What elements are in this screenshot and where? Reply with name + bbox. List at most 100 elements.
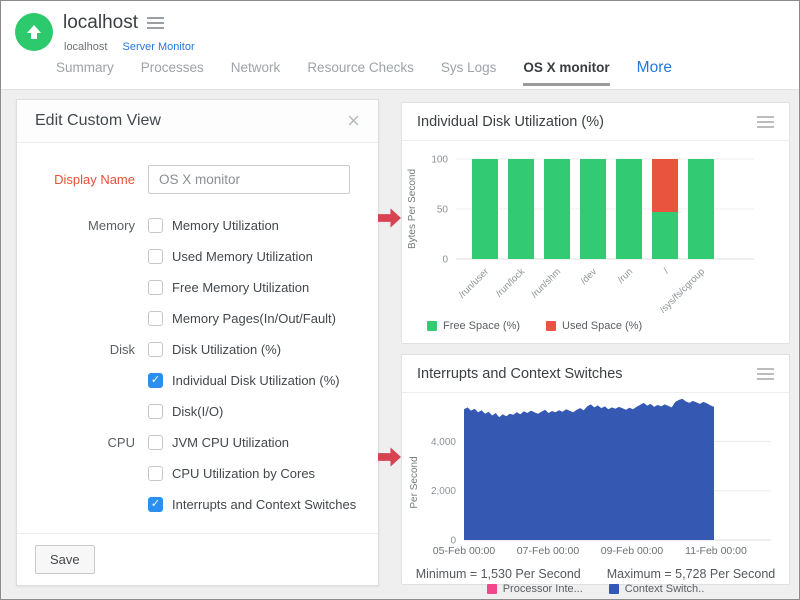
svg-text:11-Feb 00:00: 11-Feb 00:00 bbox=[685, 545, 747, 557]
checkbox-unchecked[interactable] bbox=[148, 342, 163, 357]
display-name-row: Display Name bbox=[17, 165, 378, 194]
svg-text:/run/user: /run/user bbox=[457, 266, 491, 300]
option-label[interactable]: Memory Pages(In/Out/Fault) bbox=[172, 311, 336, 326]
dialog-title: Edit Custom View bbox=[35, 112, 161, 130]
interrupts-area-chart: 02,0004,000Per Second05-Feb 00:0007-Feb … bbox=[402, 393, 782, 559]
legend-label: Used Space (%) bbox=[562, 320, 642, 332]
minimum-value: Minimum = 1,530 Per Second bbox=[416, 567, 581, 581]
legend-label: Processor Inte... bbox=[503, 583, 583, 595]
svg-text:/run/lock: /run/lock bbox=[494, 266, 527, 299]
checkbox-unchecked[interactable] bbox=[148, 218, 163, 233]
svg-text:05-Feb 00:00: 05-Feb 00:00 bbox=[433, 545, 496, 557]
legend-item: Processor Inte... bbox=[487, 583, 583, 595]
legend-label: Free Space (%) bbox=[443, 320, 520, 332]
option-disk-i-o-: Disk(I/O) bbox=[148, 396, 340, 427]
checkbox-checked[interactable]: ✓ bbox=[148, 373, 163, 388]
app-header: localhost localhost Server Monitor Summa… bbox=[1, 1, 799, 89]
tab-network[interactable]: Network bbox=[231, 60, 281, 83]
tab-os-x-monitor[interactable]: OS X monitor bbox=[523, 60, 609, 86]
disk-chart-legend: Free Space (%) Used Space (%) bbox=[427, 320, 789, 332]
group-cpu: CPU JVM CPU Utilization CPU Utilization by… bbox=[17, 427, 378, 520]
minmax-row: Minimum = 1,530 Per Second Maximum = 5,7… bbox=[402, 567, 789, 581]
checkbox-unchecked[interactable] bbox=[148, 280, 163, 295]
svg-text:50: 50 bbox=[437, 205, 449, 216]
checkbox-checked[interactable]: ✓ bbox=[148, 497, 163, 512]
title-hamburger-menu-icon[interactable] bbox=[147, 14, 164, 32]
svg-text:4,000: 4,000 bbox=[431, 437, 456, 448]
option-label[interactable]: Disk(I/O) bbox=[172, 404, 223, 419]
svg-text:/dev: /dev bbox=[579, 266, 600, 287]
svg-text:Per Second: Per Second bbox=[409, 456, 420, 508]
red-arrow-annotation-bottom bbox=[378, 446, 401, 468]
checkbox-unchecked[interactable] bbox=[148, 249, 163, 264]
tab-summary[interactable]: Summary bbox=[56, 60, 114, 83]
content-area: Edit Custom View × Display Name MemoryMe… bbox=[1, 89, 799, 600]
tab-processes[interactable]: Processes bbox=[141, 60, 204, 83]
metric-groups: Memory Memory Utilization Used Memory Util… bbox=[17, 210, 378, 520]
checkbox-unchecked[interactable] bbox=[148, 311, 163, 326]
option-label[interactable]: CPU Utilization by Cores bbox=[172, 466, 315, 481]
tab-more[interactable]: More bbox=[637, 59, 672, 77]
legend-swatch-icon bbox=[487, 584, 497, 594]
edit-custom-view-dialog: Edit Custom View × Display Name MemoryMe… bbox=[16, 99, 379, 586]
display-name-input[interactable] bbox=[148, 165, 350, 194]
svg-text:09-Feb 00:00: 09-Feb 00:00 bbox=[601, 545, 664, 557]
app-window: localhost localhost Server Monitor Summa… bbox=[0, 0, 800, 600]
save-button[interactable]: Save bbox=[35, 545, 95, 574]
legend-item: Context Switch.. bbox=[609, 583, 704, 595]
breadcrumb-host: localhost bbox=[64, 41, 107, 53]
option-interrupts-and-context-switches: ✓ Interrupts and Context Switches bbox=[148, 489, 356, 520]
svg-text:100: 100 bbox=[431, 155, 448, 166]
monitor-status-up-arrow-icon bbox=[15, 13, 53, 51]
legend-label: Context Switch.. bbox=[625, 583, 704, 595]
page-title: localhost bbox=[63, 12, 138, 34]
disk-utilization-bar-chart: 050100Bytes Per Second/run/user/run/lock… bbox=[402, 141, 782, 313]
svg-text:07-Feb 00:00: 07-Feb 00:00 bbox=[517, 545, 580, 557]
interrupts-chart-menu-icon[interactable] bbox=[757, 365, 774, 383]
disk-chart-title: Individual Disk Utilization (%) bbox=[417, 114, 604, 130]
option-label[interactable]: Interrupts and Context Switches bbox=[172, 497, 356, 512]
legend-swatch-icon bbox=[546, 321, 556, 331]
option-cpu-utilization-by-cores: CPU Utilization by Cores bbox=[148, 458, 356, 489]
option-label[interactable]: JVM CPU Utilization bbox=[172, 435, 289, 450]
svg-text:2,000: 2,000 bbox=[431, 486, 456, 497]
checkbox-unchecked[interactable] bbox=[148, 404, 163, 419]
option-disk-utilization-: Disk Utilization (%) bbox=[148, 334, 340, 365]
svg-text:/run/shm: /run/shm bbox=[529, 266, 563, 300]
interrupts-chart-legend: Processor Inte... Context Switch.. bbox=[402, 583, 789, 595]
option-label[interactable]: Used Memory Utilization bbox=[172, 249, 313, 264]
option-label[interactable]: Disk Utilization (%) bbox=[172, 342, 281, 357]
legend-swatch-icon bbox=[427, 321, 437, 331]
tab-bar: Summary Processes Network Resource Checks Sy… bbox=[56, 59, 672, 86]
svg-text:Bytes Per Second: Bytes Per Second bbox=[407, 169, 418, 249]
maximum-value: Maximum = 5,728 Per Second bbox=[607, 567, 776, 581]
option-free-memory-utilization: Free Memory Utilization bbox=[148, 272, 336, 303]
tab-sys-logs[interactable]: Sys Logs bbox=[441, 60, 497, 83]
option-label[interactable]: Individual Disk Utilization (%) bbox=[172, 373, 340, 388]
svg-text:/run: /run bbox=[616, 266, 635, 285]
group-disk: Disk Disk Utilization (%) ✓ Individual Disk… bbox=[17, 334, 378, 427]
option-jvm-cpu-utilization: JVM CPU Utilization bbox=[148, 427, 356, 458]
option-memory-pages-in-out-fault-: Memory Pages(In/Out/Fault) bbox=[148, 303, 336, 334]
dialog-footer: Save bbox=[17, 533, 378, 585]
checkbox-unchecked[interactable] bbox=[148, 466, 163, 481]
legend-item: Used Space (%) bbox=[546, 320, 642, 332]
interrupts-chart-title: Interrupts and Context Switches bbox=[417, 366, 623, 382]
interrupts-card: Interrupts and Context Switches 02,0004,… bbox=[401, 354, 790, 585]
option-memory-utilization: Memory Utilization bbox=[148, 210, 336, 241]
close-icon[interactable]: × bbox=[347, 110, 360, 132]
group-label: CPU bbox=[17, 427, 135, 458]
svg-text:/: / bbox=[661, 266, 671, 276]
checkbox-unchecked[interactable] bbox=[148, 435, 163, 450]
legend-swatch-icon bbox=[609, 584, 619, 594]
group-label: Memory bbox=[17, 210, 135, 241]
red-arrow-annotation-top bbox=[378, 207, 401, 229]
breadcrumb-server-monitor-link[interactable]: Server Monitor bbox=[122, 41, 194, 53]
disk-chart-menu-icon[interactable] bbox=[757, 113, 774, 131]
group-label: Disk bbox=[17, 334, 135, 365]
disk-utilization-card: Individual Disk Utilization (%) 050100By… bbox=[401, 102, 790, 344]
group-memory: Memory Memory Utilization Used Memory Util… bbox=[17, 210, 378, 334]
option-label[interactable]: Free Memory Utilization bbox=[172, 280, 309, 295]
option-label[interactable]: Memory Utilization bbox=[172, 218, 279, 233]
tab-resource-checks[interactable]: Resource Checks bbox=[307, 60, 414, 83]
